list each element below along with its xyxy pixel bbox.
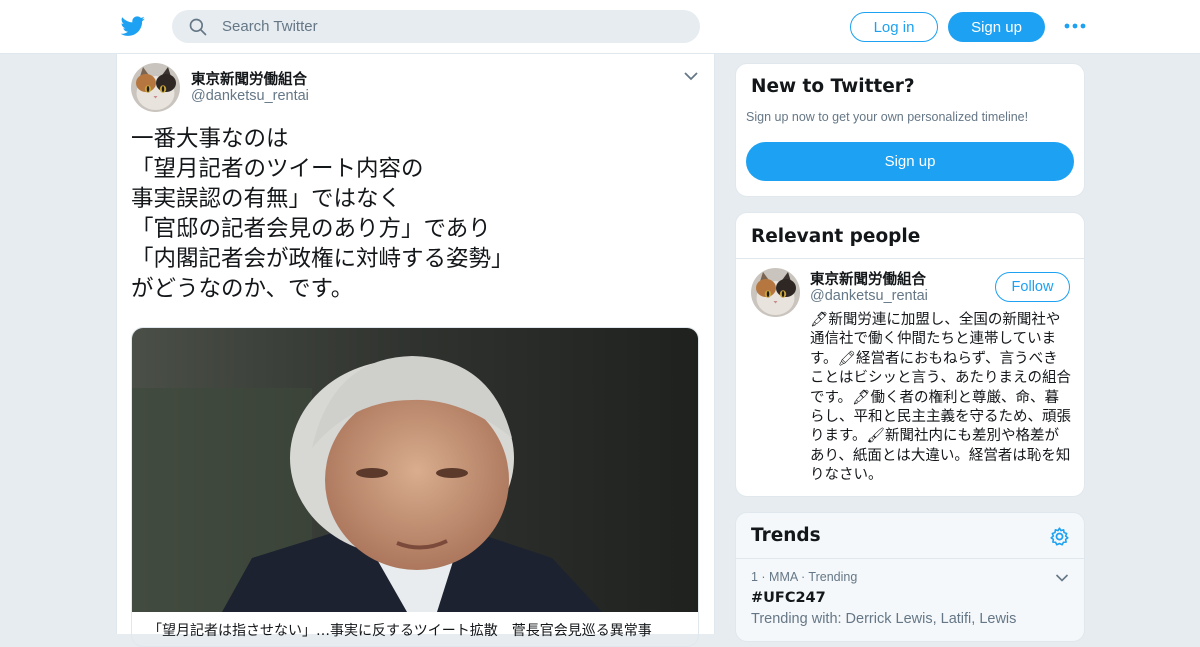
- trend-context: Trending with: Derrick Lewis, Latifi, Le…: [751, 611, 1017, 627]
- search-icon: [189, 18, 207, 35]
- panel-title: Relevant people: [751, 226, 921, 247]
- link-card[interactable]: 「望月記者は指させない」…事実に反するツイート拡散 菅長官会見巡る異常事: [131, 327, 699, 647]
- author-name[interactable]: 東京新聞労働組合: [191, 68, 307, 89]
- trend-meta: 1 · MMA · Trending: [751, 570, 858, 584]
- person-bio: 🖋新聞労連に加盟し、全国の新聞社や通信社で働く仲間たちと連帯しています。🖍経営者…: [810, 312, 1071, 484]
- author-handle[interactable]: @danketsu_rentai: [191, 88, 309, 104]
- twitter-bird-icon[interactable]: [120, 14, 146, 38]
- chevron-down-icon[interactable]: [1055, 573, 1069, 583]
- more-dots-icon[interactable]: [1064, 16, 1086, 36]
- panel-subtitle: Sign up now to get your own personalized…: [746, 110, 1029, 124]
- panel-title: New to Twitter?: [751, 76, 915, 97]
- login-button[interactable]: Log in: [850, 12, 938, 42]
- person-handle[interactable]: @danketsu_rentai: [810, 288, 928, 304]
- search-input[interactable]: [222, 18, 662, 35]
- top-bar: Log in Sign up: [0, 0, 1200, 54]
- card-title[interactable]: 「望月記者は指させない」…事実に反するツイート拡散 菅長官会見巡る異常事: [148, 620, 652, 640]
- tweet-container: 東京新聞労働組合 @danketsu_rentai 一番大事なのは 「望月記者の…: [116, 54, 715, 647]
- trend-name[interactable]: #UFC247: [751, 590, 826, 606]
- chevron-down-icon[interactable]: [683, 70, 699, 82]
- search-bar[interactable]: [172, 10, 700, 43]
- cat-avatar-image: [131, 63, 180, 112]
- new-to-twitter-panel: New to Twitter? Sign up now to get your …: [735, 63, 1085, 197]
- follow-button[interactable]: Follow: [995, 272, 1070, 302]
- card-image: [132, 328, 698, 612]
- trends-panel: Trends 1 · MMA · Trending #UFC247 Trendi…: [735, 512, 1085, 642]
- divider: [736, 558, 1084, 559]
- avatar[interactable]: [751, 268, 800, 317]
- gear-icon[interactable]: [1049, 526, 1070, 547]
- signup-button[interactable]: Sign up: [948, 12, 1045, 42]
- divider: [736, 258, 1084, 259]
- tweet-text: 一番大事なのは 「望月記者のツイート内容の 事実誤認の有無」ではなく 「官邸の記…: [131, 126, 514, 302]
- panel-title: Trends: [751, 525, 821, 546]
- avatar[interactable]: [131, 63, 180, 112]
- relevant-people-panel: Relevant people 東京新聞労働組合 @danketsu_renta…: [735, 212, 1085, 497]
- person-name[interactable]: 東京新聞労働組合: [810, 268, 926, 289]
- cat-avatar-image: [751, 268, 800, 317]
- sidebar-signup-button[interactable]: Sign up: [746, 142, 1074, 181]
